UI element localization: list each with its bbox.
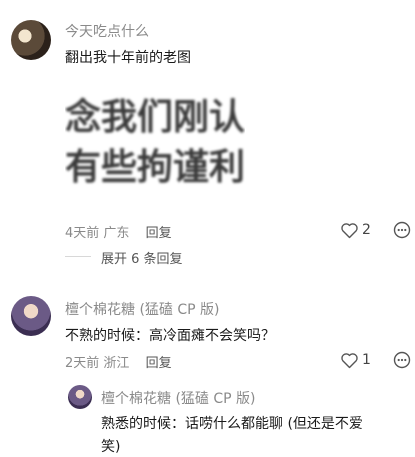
more-options-icon[interactable] bbox=[393, 221, 411, 239]
reply-text: 笑) bbox=[101, 439, 121, 455]
comment-meta: 2天前 浙江 回复 bbox=[65, 352, 172, 371]
image-text-line: 念我们刚认 bbox=[65, 97, 245, 138]
comment-location: 广东 bbox=[103, 226, 130, 241]
avatar[interactable] bbox=[68, 385, 92, 409]
comment-author[interactable]: 今天吃点什么 bbox=[65, 21, 149, 41]
comment-author[interactable]: 檀个棉花糖 (猛磕 CP 版) bbox=[65, 299, 220, 319]
like-heart-icon[interactable] bbox=[340, 352, 359, 369]
comment-time: 2天前 bbox=[65, 356, 100, 371]
reply-button[interactable]: 回复 bbox=[146, 356, 172, 371]
like-count: 1 bbox=[362, 352, 371, 368]
avatar[interactable] bbox=[11, 20, 51, 60]
comment-text: 翻出我十年前的老图 bbox=[65, 50, 191, 66]
divider-line bbox=[65, 256, 91, 257]
comment-meta: 4天前 广东 回复 bbox=[65, 222, 172, 241]
avatar[interactable] bbox=[11, 296, 51, 336]
reply-text: 熟悉的时候：话唠什么都能聊 (但还是不爱 bbox=[101, 416, 363, 432]
image-text-line: 有些拘谨利 bbox=[65, 147, 245, 188]
like-count: 2 bbox=[362, 222, 371, 238]
more-options-icon[interactable] bbox=[393, 351, 411, 369]
expand-replies-button[interactable]: 展开 6 条回复 bbox=[101, 248, 183, 267]
like-heart-icon[interactable] bbox=[340, 222, 359, 239]
reply-author[interactable]: 檀个棉花糖 (猛磕 CP 版) bbox=[101, 388, 256, 408]
comment-text: 不熟的时候：高冷面瘫不会笑吗？ bbox=[65, 328, 275, 344]
comment-location: 浙江 bbox=[103, 356, 130, 371]
reply-button[interactable]: 回复 bbox=[146, 226, 172, 241]
comment-image[interactable]: 念我们刚认 有些拘谨利 bbox=[65, 93, 245, 193]
comment-time: 4天前 bbox=[65, 226, 100, 241]
